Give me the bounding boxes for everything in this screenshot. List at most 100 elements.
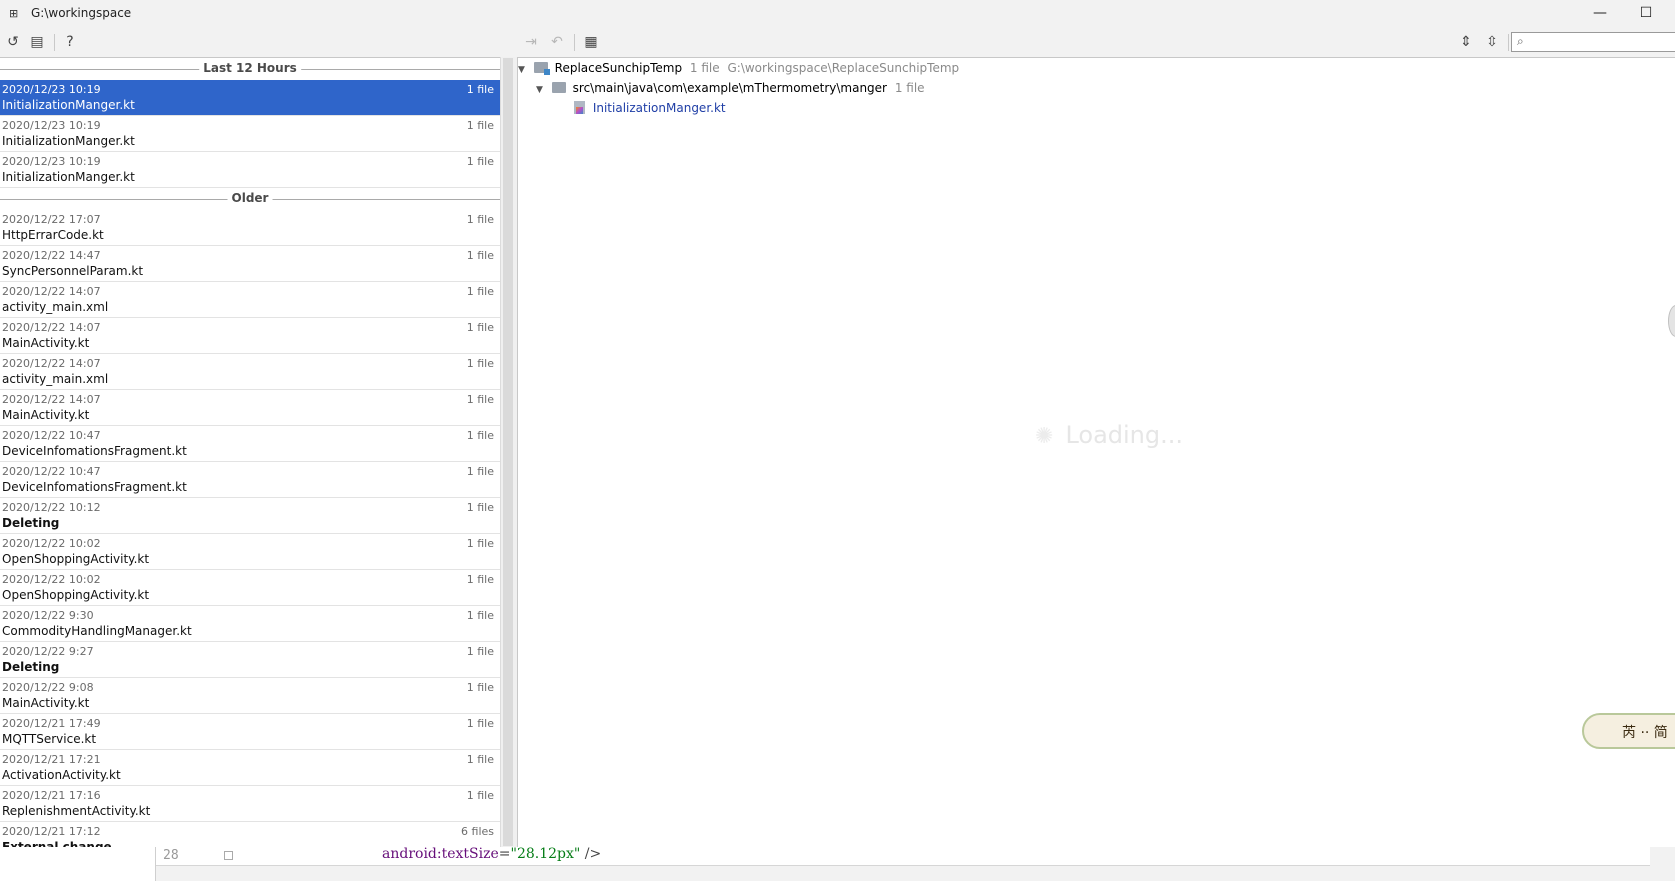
tree-folder-row[interactable]: ▼ src\main\java\com\example\mThermometry… (536, 78, 925, 98)
revision-date: 2020/12/22 10:47 (2, 429, 101, 442)
floating-widget-label: 芮 ·· 简 (1622, 725, 1668, 741)
expand-arrow-icon[interactable]: ▼ (536, 80, 548, 100)
revision-row[interactable]: 2020/12/22 14:47 1 file SyncPersonnelParam… (0, 246, 500, 282)
revision-row[interactable]: 2020/12/22 14:07 1 file MainActivity.kt (0, 390, 500, 426)
revision-file-count: 1 file (466, 753, 494, 766)
scrollbar-thumb[interactable] (503, 58, 513, 846)
revision-name: activity_main.xml (2, 300, 109, 314)
revision-name: ActivationActivity.kt (2, 768, 121, 782)
help-icon[interactable]: ? (61, 33, 79, 51)
tree-root-count: 1 file (689, 61, 720, 75)
revision-row[interactable]: 2020/12/23 10:19 1 file InitializationMang… (0, 80, 500, 116)
grid-icon[interactable]: ▦ (582, 33, 600, 51)
revision-date: 2020/12/22 17:07 (2, 213, 101, 226)
kotlin-file-icon (574, 101, 585, 114)
revision-row[interactable]: 2020/12/21 17:16 1 file ReplenishmentActiv… (0, 786, 500, 822)
revision-row[interactable]: 2020/12/22 9:30 1 file CommodityHandlingMa… (0, 606, 500, 642)
revision-file-count: 6 files (461, 825, 494, 838)
revision-row[interactable]: 2020/12/22 10:12 1 file Deleting (0, 498, 500, 534)
fold-marker-icon[interactable] (224, 851, 233, 860)
revision-name: InitializationManger.kt (2, 134, 135, 148)
group-label: Last 12 Hours (199, 61, 301, 75)
revision-name: HttpErrarCode.kt (2, 228, 104, 242)
revision-name: InitializationManger.kt (2, 170, 135, 184)
revision-date: 2020/12/22 10:02 (2, 537, 101, 550)
collapse-all-icon[interactable]: ⇳ (1483, 33, 1501, 51)
toolbar-separator (1508, 34, 1509, 51)
editor-gutter-border (155, 847, 156, 881)
revision-row[interactable]: 2020/12/21 17:12 6 files External change (0, 822, 500, 848)
tree-file-row[interactable]: InitializationManger.kt (574, 98, 726, 118)
editor-code-line[interactable] (155, 847, 1650, 866)
copy-icon[interactable]: ▤ (28, 33, 46, 51)
group-separator: Last 12 Hours (0, 58, 500, 80)
revision-file-count: 1 file (466, 789, 494, 802)
revision-name: OpenShoppingActivity.kt (2, 588, 150, 602)
revision-row[interactable]: 2020/12/23 10:19 1 file InitializationMang… (0, 152, 500, 188)
revision-date: 2020/12/22 14:07 (2, 357, 101, 370)
toolbar-separator (574, 34, 575, 51)
revision-row[interactable]: 2020/12/22 10:02 1 file OpenShoppingActivi… (0, 534, 500, 570)
revision-date: 2020/12/22 14:47 (2, 249, 101, 262)
maximize-button[interactable]: ☐ (1623, 0, 1669, 27)
minimize-button[interactable]: — (1577, 0, 1623, 27)
revision-name: Deleting (2, 516, 60, 530)
module-folder-icon (533, 62, 550, 75)
revision-name: DeviceInfomationsFragment.kt (2, 444, 187, 458)
revision-row[interactable]: 2020/12/22 9:27 1 file Deleting (0, 642, 500, 678)
revision-list: Last 12 Hours 2020/12/23 10:19 1 file Initi… (0, 57, 500, 848)
editor-left-blank (0, 847, 155, 881)
revision-row[interactable]: 2020/12/22 9:08 1 file MainActivity.kt (0, 678, 500, 714)
folder-icon (551, 82, 566, 93)
tree-root-row[interactable]: ▼ ReplaceSunchipTemp 1 file G:\workingsp… (518, 58, 959, 78)
revision-file-count: 1 file (466, 393, 494, 406)
revision-file-count: 1 file (466, 83, 494, 96)
revision-name: ReplenishmentActivity.kt (2, 804, 151, 818)
revision-file-count: 1 file (466, 645, 494, 658)
revision-file-count: 1 file (466, 429, 494, 442)
toolbar-separator (54, 34, 55, 51)
revision-name: MainActivity.kt (2, 336, 90, 350)
revision-name: CommodityHandlingManager.kt (2, 624, 192, 638)
code-close: /> (580, 846, 602, 862)
revision-file-count: 1 file (466, 285, 494, 298)
floating-widget[interactable]: 芮 ·· 简 (1582, 713, 1675, 749)
undo-icon[interactable]: ↶ (548, 33, 566, 51)
window-title: G:\workingspace (31, 6, 132, 20)
revision-file-count: 1 file (466, 119, 494, 132)
changes-tree-panel: ▼ ReplaceSunchipTemp 1 file G:\workingsp… (518, 57, 1675, 848)
spinner-icon: ✺ (1035, 424, 1054, 449)
group-separator: Older (0, 188, 500, 210)
expand-arrow-icon[interactable]: ▼ (518, 60, 530, 80)
revision-date: 2020/12/22 14:07 (2, 321, 101, 334)
revision-date: 2020/12/21 17:49 (2, 717, 101, 730)
revision-name: InitializationManger.kt (2, 98, 135, 112)
revision-row[interactable]: 2020/12/22 10:02 1 file OpenShoppingActivi… (0, 570, 500, 606)
revision-row[interactable]: 2020/12/22 14:07 1 file MainActivity.kt (0, 318, 500, 354)
revision-row[interactable]: 2020/12/22 14:07 1 file activity_main.xml (0, 282, 500, 318)
revision-name: MainActivity.kt (2, 408, 90, 422)
apply-icon[interactable]: ⇥ (522, 33, 540, 51)
tree-root-path: G:\workingspace\ReplaceSunchipTemp (727, 61, 960, 75)
revision-row[interactable]: 2020/12/23 10:19 1 file InitializationMang… (0, 116, 500, 152)
revision-row[interactable]: 2020/12/21 17:49 1 file MQTTService.kt (0, 714, 500, 750)
revision-file-count: 1 file (466, 357, 494, 370)
revision-date: 2020/12/22 9:08 (2, 681, 94, 694)
search-box[interactable]: ⌕ (1511, 32, 1675, 52)
revision-name: activity_main.xml (2, 372, 109, 386)
revision-file-count: 1 file (466, 609, 494, 622)
revert-icon[interactable]: ↺ (4, 33, 22, 51)
revision-row[interactable]: 2020/12/22 10:47 1 file DeviceInfomationsF… (0, 426, 500, 462)
revision-row[interactable]: 2020/12/21 17:21 1 file ActivationActivity… (0, 750, 500, 786)
code-text[interactable]: android:textSize="28.12px" /> (382, 846, 601, 862)
search-input[interactable] (1534, 34, 1675, 51)
group-label: Older (227, 191, 273, 205)
expand-all-icon[interactable]: ⇕ (1457, 33, 1475, 51)
revision-row[interactable]: 2020/12/22 10:47 1 file DeviceInfomationsF… (0, 462, 500, 498)
revision-date: 2020/12/22 10:02 (2, 573, 101, 586)
revision-name: OpenShoppingActivity.kt (2, 552, 150, 566)
revision-row[interactable]: 2020/12/22 14:07 1 file activity_main.xml (0, 354, 500, 390)
revision-row[interactable]: 2020/12/22 17:07 1 file HttpErrarCode.kt (0, 210, 500, 246)
code-value: "28.12px" (510, 846, 581, 862)
tree-file-name[interactable]: InitializationManger.kt (593, 101, 726, 115)
